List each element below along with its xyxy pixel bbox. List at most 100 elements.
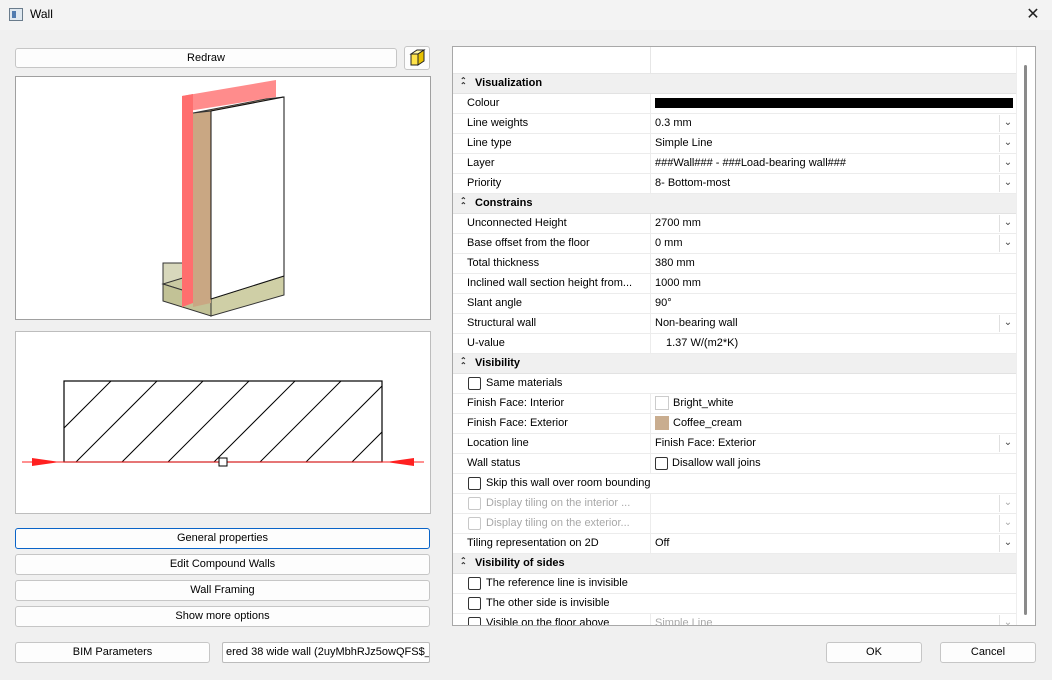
prop-slant-angle[interactable]: Slant angle 90°	[453, 294, 1017, 314]
prop-value[interactable]: Disallow wall joins	[650, 454, 1017, 473]
prop-line-type[interactable]: Line type Simple Line ⌄	[453, 134, 1017, 154]
prop-value[interactable]: 2700 mm	[650, 214, 1017, 233]
chevron-down-icon[interactable]: ⌄	[999, 435, 1016, 452]
prop-colour[interactable]: Colour	[453, 94, 1017, 114]
section-visibility-of-sides[interactable]: ⌃ ⌃ Visibility of sides	[453, 554, 1017, 574]
prop-value: Simple Line	[650, 614, 1017, 625]
bim-parameters-button[interactable]: BIM Parameters	[15, 642, 210, 663]
prop-value	[650, 514, 1017, 533]
prop-tiling-interior: Display tiling on the interior ... ⌄	[453, 494, 1017, 514]
section-title: Visibility of sides	[475, 557, 565, 569]
general-properties-button[interactable]: General properties	[15, 528, 430, 549]
reference-line-invisible-checkbox[interactable]	[468, 577, 481, 590]
chevron-down-icon[interactable]: ⌄	[999, 115, 1016, 132]
section-visibility[interactable]: ⌃ ⌃ Visibility	[453, 354, 1017, 374]
skip-room-bounding-checkbox[interactable]	[468, 477, 481, 490]
section-constrains[interactable]: ⌃ ⌃ Constrains	[453, 194, 1017, 214]
prop-wall-status[interactable]: Wall status Disallow wall joins	[453, 454, 1017, 474]
prop-visible-floor-above[interactable]: Visible on the floor above Simple Line ⌄	[453, 614, 1017, 626]
prop-value[interactable]: 1000 mm	[650, 274, 1017, 293]
ok-button[interactable]: OK	[826, 642, 922, 663]
prop-total-thickness[interactable]: Total thickness 380 mm	[453, 254, 1017, 274]
prop-label: Location line	[467, 437, 529, 449]
chevron-down-icon[interactable]: ⌄	[999, 215, 1016, 232]
prop-value[interactable]: 8- Bottom-most	[650, 174, 1017, 193]
prop-reference-line-invisible[interactable]: The reference line is invisible	[453, 574, 1017, 594]
prop-value[interactable]: 0 mm	[650, 234, 1017, 253]
chevron-down-icon: ⌄	[999, 495, 1016, 512]
prop-value[interactable]: Non-bearing wall	[650, 314, 1017, 333]
chevron-down-icon[interactable]: ⌄	[999, 135, 1016, 152]
wall-id-field[interactable]: ered 38 wide wall (2uyMbhRJz5owQFS$_n	[222, 642, 430, 663]
prop-label: U-value	[467, 337, 505, 349]
prop-label: Base offset from the floor	[467, 237, 590, 249]
edit-compound-walls-button[interactable]: Edit Compound Walls	[15, 554, 430, 575]
prop-label: Inclined wall section height from...	[467, 277, 633, 289]
prop-value[interactable]: Off	[650, 534, 1017, 553]
section-visualization[interactable]: ⌃ ⌃ Visualization	[453, 74, 1017, 94]
chevron-down-icon[interactable]: ⌄	[999, 235, 1016, 252]
section-title: Visibility	[475, 357, 521, 369]
prop-same-materials[interactable]: Same materials	[453, 374, 1017, 394]
title-bar: Wall ✕	[0, 0, 1052, 30]
prop-priority[interactable]: Priority 8- Bottom-most ⌄	[453, 174, 1017, 194]
chevron-down-icon: ⌄	[999, 615, 1016, 625]
prop-value[interactable]: ###Wall### - ###Load-bearing wall###	[650, 154, 1017, 173]
collapse-chevron-icon: ⌃ ⌃	[460, 76, 467, 90]
cube-icon	[409, 49, 426, 66]
prop-u-value[interactable]: U-value 1.37 W/(m2*K)	[453, 334, 1017, 354]
prop-value[interactable]: 0.3 mm	[650, 114, 1017, 133]
same-materials-checkbox[interactable]	[468, 377, 481, 390]
prop-label: Line type	[467, 137, 512, 149]
prop-location-line[interactable]: Location line Finish Face: Exterior ⌄	[453, 434, 1017, 454]
tiling-interior-checkbox	[468, 497, 481, 510]
disallow-wall-joins-checkbox[interactable]	[655, 457, 668, 470]
colour-value[interactable]	[650, 94, 1017, 113]
scrollbar-thumb[interactable]	[1024, 65, 1027, 615]
prop-label: Priority	[467, 177, 502, 189]
prop-value[interactable]: Simple Line	[650, 134, 1017, 153]
prop-label: Slant angle	[467, 297, 523, 309]
prop-tiling-exterior: Display tiling on the exterior... ⌄	[453, 514, 1017, 534]
prop-unconnected-height[interactable]: Unconnected Height 2700 mm ⌄	[453, 214, 1017, 234]
prop-finish-face-interior[interactable]: Finish Face: Interior Bright_white	[453, 394, 1017, 414]
prop-label: Wall status	[467, 457, 521, 469]
wall-section-preview[interactable]	[15, 331, 431, 514]
prop-other-side-invisible[interactable]: The other side is invisible	[453, 594, 1017, 614]
prop-structural-wall[interactable]: Structural wall Non-bearing wall ⌄	[453, 314, 1017, 334]
prop-value[interactable]: Coffee_cream	[650, 414, 1017, 433]
prop-layer[interactable]: Layer ###Wall### - ###Load-bearing wall#…	[453, 154, 1017, 174]
prop-skip-room-bounding[interactable]: Skip this wall over room bounding	[453, 474, 1017, 494]
show-more-options-button[interactable]: Show more options	[15, 606, 430, 627]
prop-finish-face-exterior[interactable]: Finish Face: Exterior Coffee_cream	[453, 414, 1017, 434]
other-side-invisible-checkbox[interactable]	[468, 597, 481, 610]
close-icon[interactable]: ✕	[1020, 2, 1046, 28]
prop-value	[650, 494, 1017, 513]
prop-value[interactable]: 90°	[650, 294, 1017, 313]
3d-view-cube-button[interactable]	[404, 46, 430, 70]
wall-framing-button[interactable]: Wall Framing	[15, 580, 430, 601]
prop-value[interactable]: 1.37 W/(m2*K)	[650, 334, 1017, 353]
prop-base-offset[interactable]: Base offset from the floor 0 mm ⌄	[453, 234, 1017, 254]
prop-value[interactable]: Finish Face: Exterior	[650, 434, 1017, 453]
prop-label: Tiling representation on 2D	[467, 537, 599, 549]
chevron-down-icon[interactable]: ⌄	[999, 535, 1016, 552]
cancel-button[interactable]: Cancel	[940, 642, 1036, 663]
prop-value[interactable]: Bright_white	[650, 394, 1017, 413]
chevron-down-icon[interactable]: ⌄	[999, 175, 1016, 192]
property-grid-scrollbar[interactable]	[1016, 47, 1035, 625]
chevron-down-icon[interactable]: ⌄	[999, 155, 1016, 172]
prop-label: Visible on the floor above	[486, 617, 610, 626]
prop-tiling-2d[interactable]: Tiling representation on 2D Off ⌄	[453, 534, 1017, 554]
prop-label: Finish Face: Exterior	[467, 417, 568, 429]
visible-floor-above-checkbox[interactable]	[468, 617, 481, 625]
prop-line-weights[interactable]: Line weights 0.3 mm ⌄	[453, 114, 1017, 134]
wall-3d-preview[interactable]	[15, 76, 431, 320]
chevron-down-icon[interactable]: ⌄	[999, 315, 1016, 332]
redraw-button[interactable]: Redraw	[15, 48, 397, 68]
prop-value[interactable]: 380 mm	[650, 254, 1017, 273]
prop-inclined-section-height[interactable]: Inclined wall section height from... 100…	[453, 274, 1017, 294]
grid-header	[453, 47, 1017, 74]
prop-label: Skip this wall over room bounding	[486, 477, 651, 489]
material-swatch	[655, 416, 669, 430]
